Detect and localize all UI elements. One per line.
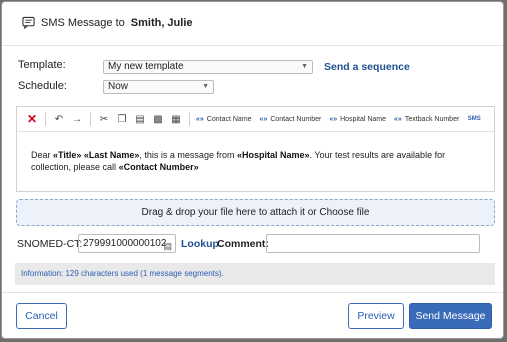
cut-icon[interactable]: ✂ xyxy=(97,111,111,127)
field-label: Textback Number xyxy=(404,115,460,123)
insert-contact-number-button[interactable]: «» Contact Number xyxy=(260,116,322,123)
snomed-label: SNOMED-CT: xyxy=(17,238,83,250)
file-dropzone[interactable]: Drag & drop your file here to attach it … xyxy=(16,199,495,226)
comment-label: Comment: xyxy=(217,238,269,250)
info-text: Information: 129 characters used (1 mess… xyxy=(21,269,224,278)
cancel-button[interactable]: Cancel xyxy=(16,303,67,329)
insert-contact-name-button[interactable]: «» Contact Name xyxy=(196,116,252,123)
message-text: Dear xyxy=(31,150,54,160)
footer-divider xyxy=(2,292,503,293)
schedule-label: Schedule: xyxy=(18,80,67,92)
source-icon[interactable]: SMS xyxy=(467,111,481,127)
field-quote-icon: «» xyxy=(196,115,204,123)
toolbar-divider xyxy=(90,112,91,126)
preview-button[interactable]: Preview xyxy=(348,303,404,329)
paste-word-icon[interactable]: ▦ xyxy=(169,111,183,127)
field-label: Contact Number xyxy=(270,115,322,123)
source-label: SMS xyxy=(467,116,481,122)
sms-message-icon xyxy=(22,16,35,29)
field-label: Contact Name xyxy=(206,115,252,123)
send-sequence-link[interactable]: Send a sequence xyxy=(324,61,410,73)
title-prefix: SMS Message to xyxy=(41,16,125,29)
placeholder-last-name: «Last Name» xyxy=(83,150,140,160)
template-label: Template: xyxy=(18,59,66,71)
message-text: , this is a message from xyxy=(139,150,237,160)
toolbar-divider xyxy=(45,112,46,126)
dialog-title: SMS Message to Smith, Julie xyxy=(22,16,193,29)
editor-toolbar: ✕ ↶ → ✂ ❐ ▤ ▩ ▦ «» Contact Name «» Conta… xyxy=(17,107,494,132)
redo-icon[interactable]: → xyxy=(70,111,84,127)
chevron-down-icon: ▼ xyxy=(202,83,209,90)
lookup-list-icon[interactable]: ▤ xyxy=(163,238,172,255)
copy-icon[interactable]: ❐ xyxy=(115,111,129,127)
recipient-name: Smith, Julie xyxy=(130,16,193,29)
field-quote-icon: «» xyxy=(329,115,338,123)
info-bar: Information: 129 characters used (1 mess… xyxy=(15,263,495,285)
template-value: My new template xyxy=(108,61,184,72)
template-select[interactable]: My new template ▼ xyxy=(103,60,313,74)
toolbar-divider xyxy=(189,112,190,126)
placeholder-title: «Title» xyxy=(53,150,82,160)
remove-format-icon[interactable]: ✕ xyxy=(25,111,39,127)
snomed-value: 279991000000102 xyxy=(83,238,167,249)
field-label: Hospital Name xyxy=(340,115,387,123)
insert-textback-number-button[interactable]: «» Textback Number xyxy=(394,116,459,123)
placeholder-contact-number: «Contact Number» xyxy=(118,162,199,172)
field-quote-icon: «» xyxy=(394,115,402,123)
chevron-down-icon: ▼ xyxy=(301,63,308,70)
paste-icon[interactable]: ▤ xyxy=(133,111,147,127)
field-quote-icon: «» xyxy=(259,115,268,123)
schedule-value: Now xyxy=(108,81,129,92)
sms-dialog: SMS Message to Smith, Julie Template: My… xyxy=(1,1,504,339)
paste-text-icon[interactable]: ▩ xyxy=(151,111,165,127)
snomed-input[interactable]: 279991000000102 ▤ xyxy=(78,234,176,253)
message-body[interactable]: Dear «Title» «Last Name», this is a mess… xyxy=(31,149,486,173)
placeholder-hospital-name: «Hospital Name» xyxy=(236,150,310,160)
undo-icon[interactable]: ↶ xyxy=(52,111,66,127)
title-divider xyxy=(2,45,503,46)
comment-input[interactable] xyxy=(266,234,480,253)
lookup-link[interactable]: Lookup. xyxy=(181,238,222,250)
message-editor[interactable]: ✕ ↶ → ✂ ❐ ▤ ▩ ▦ «» Contact Name «» Conta… xyxy=(16,106,495,192)
schedule-select[interactable]: Now ▼ xyxy=(103,80,214,94)
send-message-button[interactable]: Send Message xyxy=(409,303,492,329)
insert-hospital-name-button[interactable]: «» Hospital Name xyxy=(329,116,386,123)
